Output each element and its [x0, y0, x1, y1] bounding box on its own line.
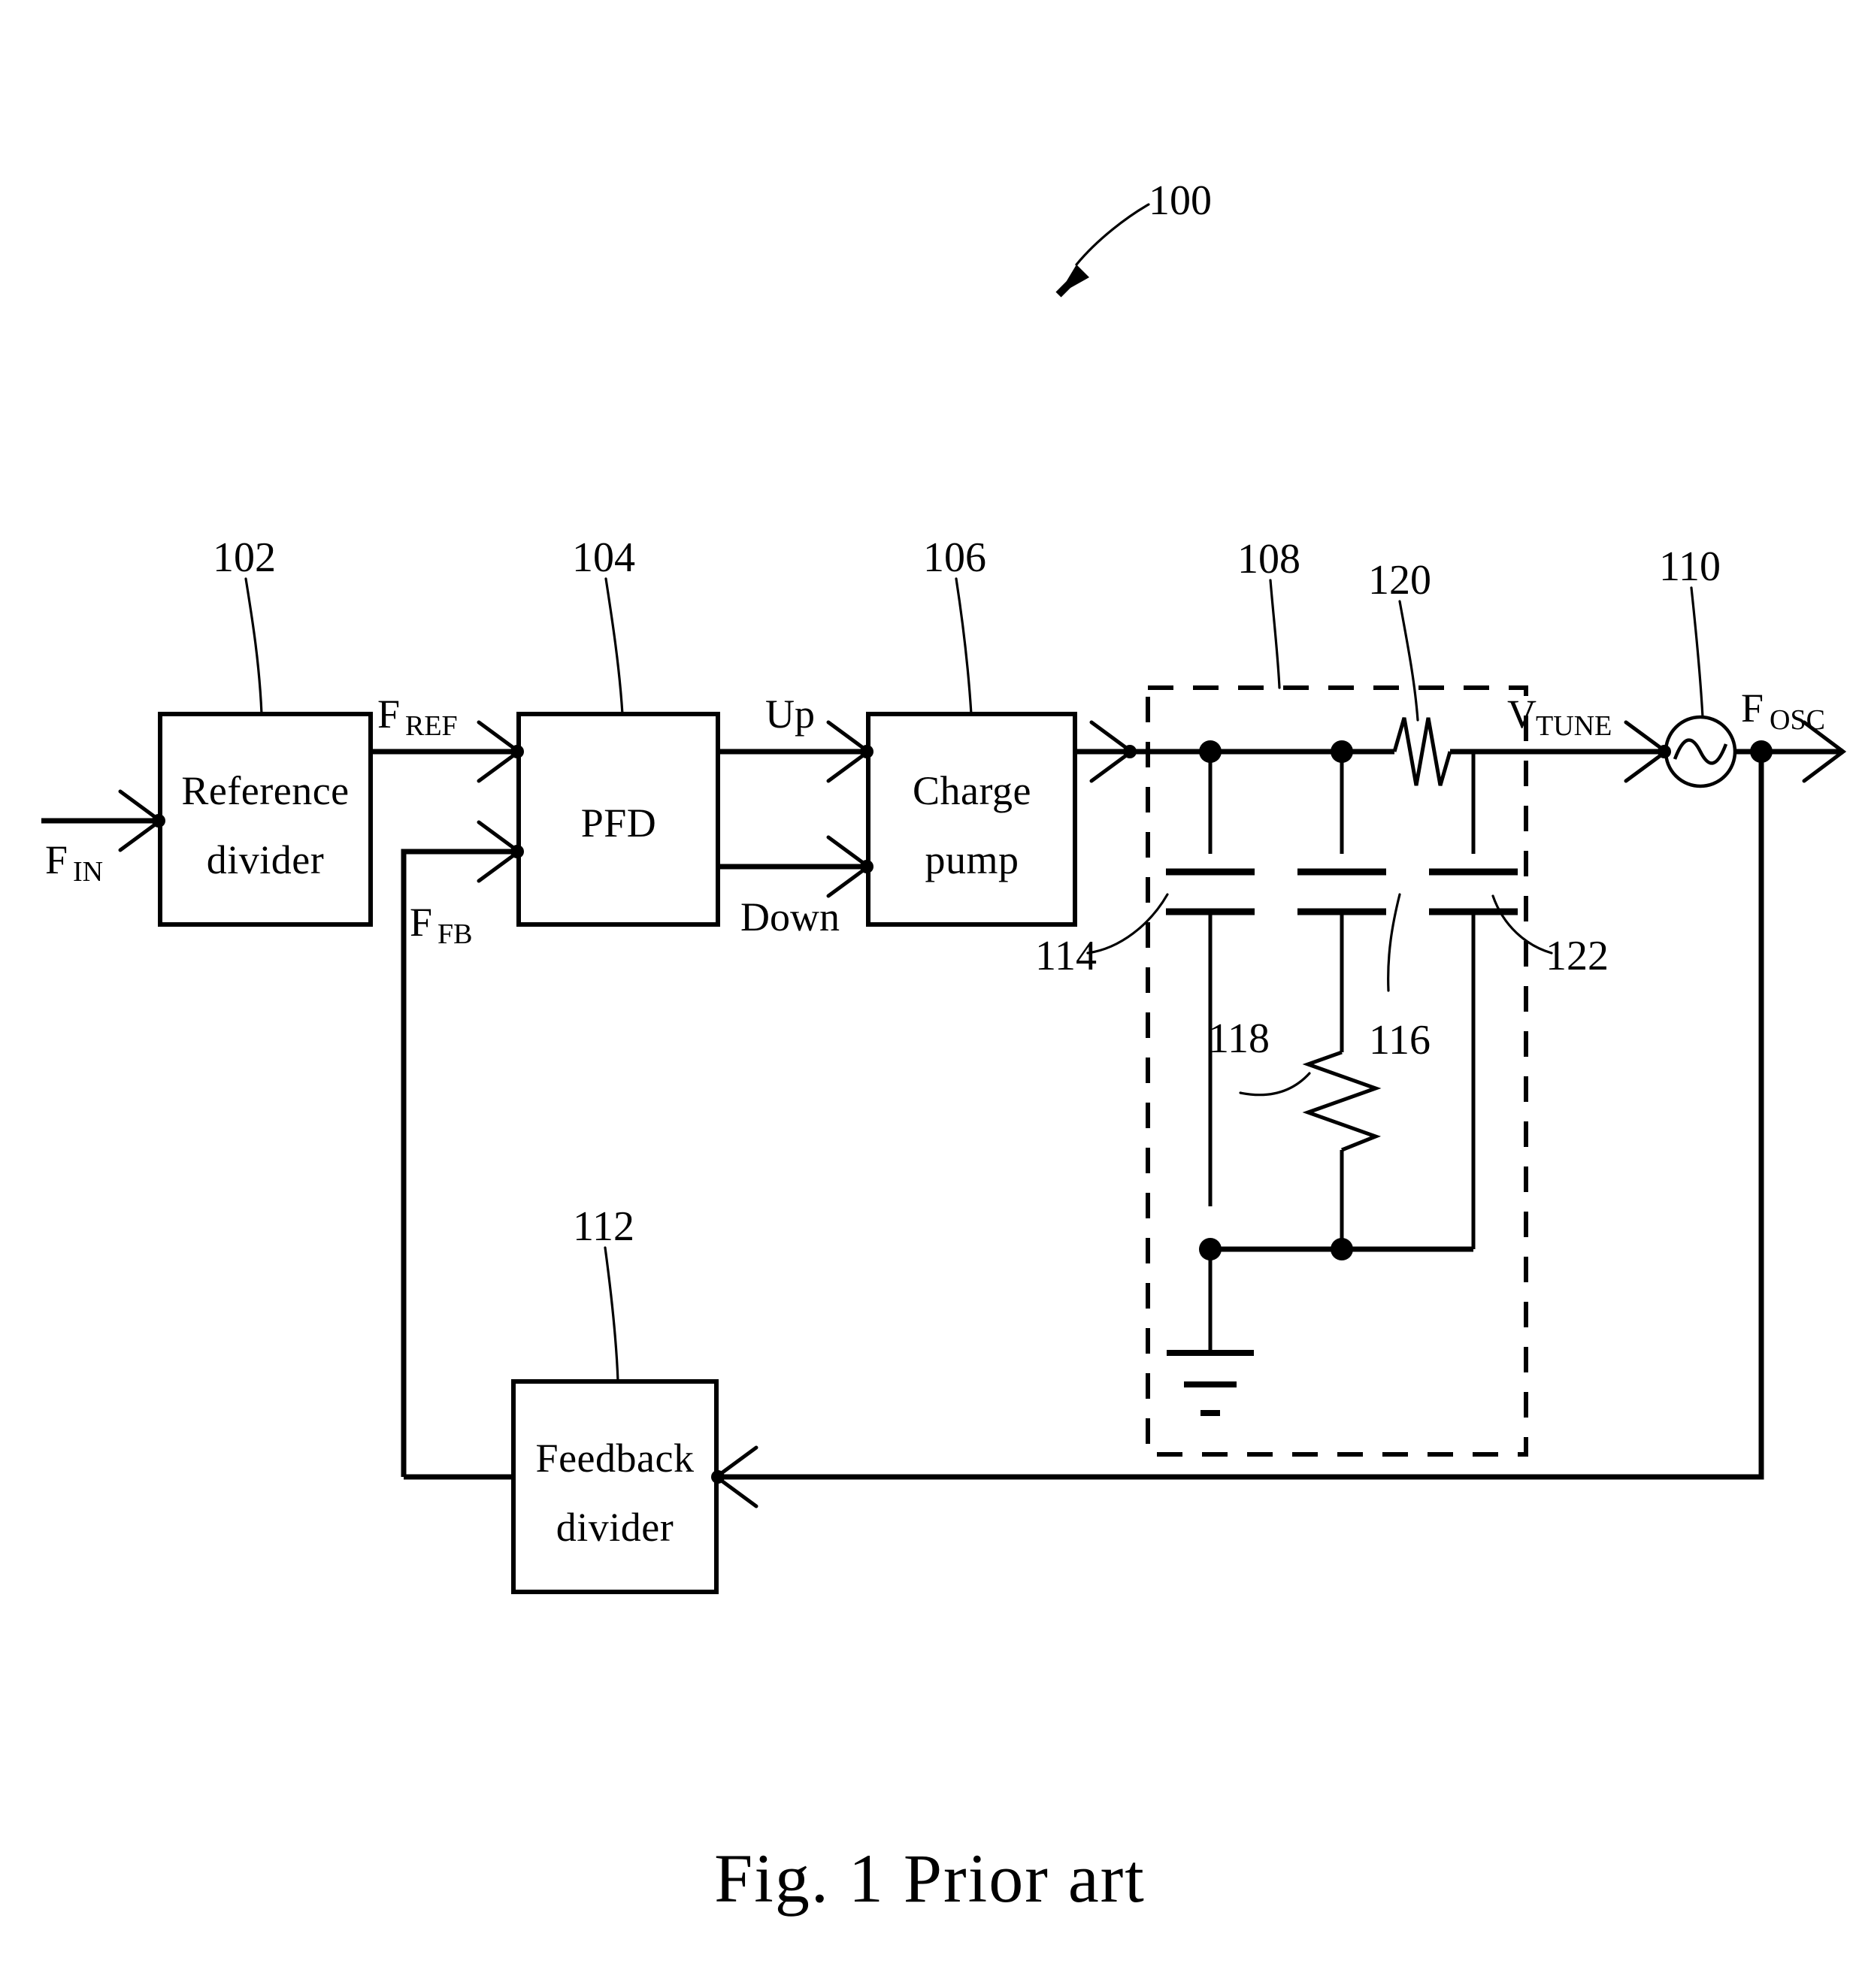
label-ffb-sub: FB [438, 918, 472, 950]
label-vtune-sub: TUNE [1536, 710, 1612, 742]
block-label-reference-divider-line1: Reference [181, 768, 349, 813]
block-label-feedback-divider-line1: Feedback [536, 1436, 695, 1481]
label-up: Up [765, 691, 815, 737]
ref-number-112: 112 [573, 1203, 634, 1250]
loopfilter-branches [1199, 740, 1476, 854]
label-down: Down [740, 894, 840, 940]
label-fosc-base: F [1741, 685, 1764, 731]
figure-caption: Fig. 1 Prior art [714, 1840, 1146, 1917]
label-fref: F REF [377, 691, 458, 742]
block-label-feedback-divider-line2: divider [556, 1505, 674, 1550]
block-charge-pump[interactable] [866, 712, 1077, 927]
ref-leader-112 [604, 1246, 619, 1383]
ref-leader-110 [1690, 586, 1704, 719]
ref-number-116: 116 [1369, 1017, 1431, 1064]
label-vtune: V TUNE [1507, 691, 1612, 742]
ref-leader-114 [1086, 893, 1169, 955]
label-ffb-base: F [410, 900, 432, 945]
ref-number-118: 118 [1208, 1015, 1270, 1062]
block-label-pfd: PFD [581, 800, 657, 846]
label-fin-base: F [45, 837, 68, 882]
wire-down [718, 835, 873, 898]
ref-leader-116 [1387, 893, 1401, 992]
label-fin: F IN [45, 837, 103, 888]
block-label-charge-pump-line2: pump [925, 837, 1019, 882]
loopfilter-ground-rail [1199, 1238, 1473, 1353]
ref-number-114: 114 [1035, 933, 1097, 979]
patent-figure: 100 102 104 106 112 108 120 110 114 116 … [0, 0, 1859, 1988]
ref-number-108: 108 [1237, 536, 1300, 582]
ref-number-104: 104 [572, 534, 635, 581]
label-fosc-sub: OSC [1770, 704, 1825, 736]
label-ffb: F FB [410, 900, 472, 950]
ref-number-110: 110 [1659, 543, 1721, 590]
ref-leader-104 [604, 577, 624, 716]
block-label-charge-pump-line1: Charge [913, 768, 1031, 813]
capacitor-122 [1429, 868, 1518, 1249]
resistor-118 [1302, 1050, 1382, 1249]
ref-leader-118 [1239, 1072, 1311, 1097]
ref-number-120: 120 [1368, 557, 1431, 604]
block-label-reference-divider-line2: divider [207, 837, 324, 882]
label-fin-sub: IN [73, 856, 103, 888]
block-feedback-divider[interactable] [511, 1379, 719, 1594]
label-fref-sub: REF [405, 710, 458, 742]
ref-leader-120 [1398, 600, 1419, 722]
ref-leader-102 [244, 577, 263, 716]
schematic-canvas: 100 102 104 106 112 108 120 110 114 116 … [41, 177, 1847, 1917]
ref-leader-122 [1491, 894, 1553, 955]
label-vtune-base: V [1507, 691, 1537, 737]
block-reference-divider[interactable] [158, 712, 373, 927]
label-fosc: F OSC [1741, 685, 1825, 736]
assembly-callout-100 [1055, 203, 1150, 298]
ref-leader-108 [1269, 579, 1281, 689]
ref-leader-106 [955, 577, 973, 716]
ref-number-100: 100 [1149, 177, 1212, 224]
ground-symbol [1167, 1350, 1254, 1416]
ref-number-106: 106 [923, 534, 986, 581]
label-fref-base: F [377, 691, 400, 737]
loop-filter-boundary [1146, 685, 1528, 1457]
ref-number-102: 102 [213, 534, 276, 581]
ref-number-122: 122 [1546, 933, 1609, 979]
